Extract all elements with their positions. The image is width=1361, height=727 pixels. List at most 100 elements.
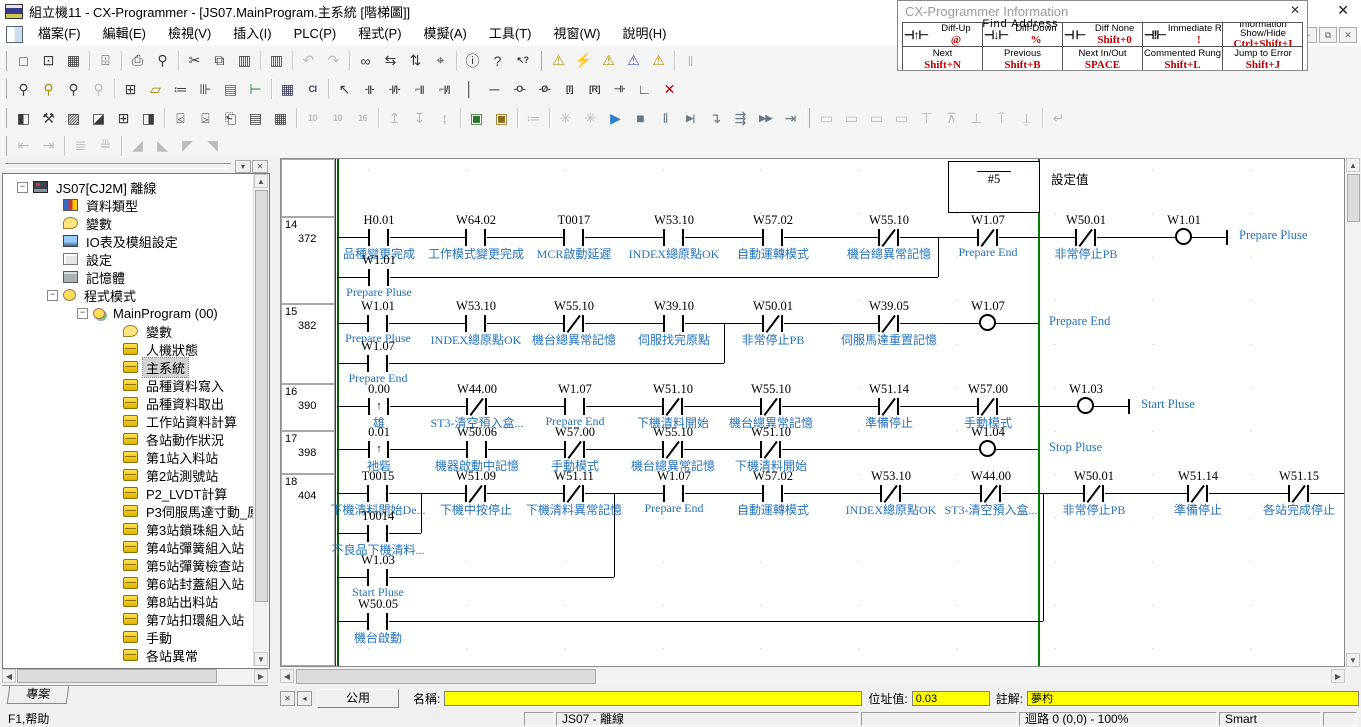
ladder-contact[interactable] — [465, 315, 487, 332]
find-shortcut[interactable]: NextShift+N — [903, 47, 983, 71]
new-file-icon[interactable]: □ — [12, 50, 35, 72]
paste-rung-icon[interactable]: ▥ — [265, 50, 288, 72]
monitor-warning-icon[interactable]: ⚠ — [647, 50, 670, 72]
menu-item-window[interactable]: 視窗(W) — [543, 22, 612, 46]
find-shortcut[interactable]: Commented RungShift+L — [1143, 47, 1223, 71]
rung-address-list-icon[interactable]: ≔ — [169, 78, 192, 100]
ladder-contact-closed[interactable] — [1075, 229, 1097, 246]
ladder-contact[interactable] — [564, 398, 586, 415]
expand-minus-icon[interactable]: − — [17, 182, 28, 193]
new-contact-icon[interactable]: -||- — [358, 78, 381, 100]
compile-check-icon[interactable]: ⚠ — [547, 50, 570, 72]
ladder-coil[interactable] — [979, 314, 996, 331]
tree-item[interactable]: 第6站封蓋組入站 — [3, 574, 249, 592]
scroll-up-icon[interactable]: ▲ — [1346, 158, 1360, 172]
ladder-contact-closed[interactable] — [977, 229, 999, 246]
ladder-contact[interactable] — [663, 315, 685, 332]
menu-item-file[interactable]: 檔案(F) — [27, 22, 92, 46]
ladder-canvas[interactable]: 14372Prepare PluseH0.01品種變更完成W64.02工作模式變… — [281, 159, 1344, 666]
tree-item[interactable]: 第8站出料站 — [3, 592, 249, 610]
zoom-custom-icon[interactable]: ⚲ — [37, 78, 60, 100]
ladder-contact-diff-up[interactable]: ↑ — [368, 441, 390, 458]
find-icon[interactable]: ∞ — [354, 50, 377, 72]
tree-item[interactable]: 第7站扣環組入站 — [3, 610, 249, 628]
tree-item[interactable]: P3伺服馬達寸動_原點找 — [3, 502, 249, 520]
ladder-contact[interactable] — [563, 229, 585, 246]
new-closed-coil-icon[interactable]: -Ø- — [533, 78, 556, 100]
plc-info-icon[interactable]: ⓘ — [461, 50, 484, 72]
print-icon[interactable]: ⎙ — [126, 50, 149, 72]
address-value-field[interactable]: 0.03 — [912, 691, 990, 706]
help-topics-icon[interactable]: ? — [486, 50, 509, 72]
expand-minus-icon[interactable]: − — [47, 290, 58, 301]
zoom-in-icon[interactable]: ⚲ — [12, 78, 35, 100]
grid-toggle-icon[interactable]: ⊞ — [119, 78, 142, 100]
scrollbar-thumb[interactable] — [255, 190, 268, 602]
scroll-up-icon[interactable]: ▲ — [254, 174, 268, 188]
ladder-coil[interactable] — [979, 440, 996, 457]
work-online-icon[interactable]: ▣ — [465, 107, 488, 129]
editor-horizontal-scrollbar[interactable]: ◀ ▶ — [280, 668, 1345, 685]
ladder-contact[interactable] — [663, 229, 685, 246]
ladder-contact[interactable] — [367, 569, 389, 586]
ladder-contact[interactable] — [368, 229, 390, 246]
scrollbar-thumb[interactable] — [296, 669, 596, 684]
scroll-down-icon[interactable]: ▼ — [254, 652, 268, 666]
ladder-contact-closed[interactable] — [563, 315, 585, 332]
search-in-project-icon[interactable]: ⌹ — [94, 50, 117, 72]
compile-all-icon[interactable]: ▨ — [62, 107, 85, 129]
tree-item[interactable]: 主系統 — [3, 358, 249, 376]
tree-item[interactable]: 各站動作狀況 — [3, 430, 249, 448]
tab-project[interactable]: 專案 — [7, 686, 70, 704]
new-or-closed-contact-icon[interactable]: ⌐|/| — [433, 78, 456, 100]
paste-icon[interactable]: ▥ — [233, 50, 256, 72]
symbol-scope-tab[interactable]: 公用 — [317, 689, 399, 708]
context-help-icon[interactable]: ↖? — [511, 50, 534, 72]
line-connect-icon[interactable]: ∟ — [633, 78, 656, 100]
ladder-contact-closed[interactable] — [760, 398, 782, 415]
scroll-left-icon[interactable]: ◀ — [280, 669, 294, 683]
ladder-contact[interactable] — [663, 485, 685, 502]
ladder-contact[interactable] — [762, 229, 784, 246]
tree-item[interactable]: −JS07[CJ2M] 離線 — [3, 178, 249, 196]
popup-close-icon[interactable]: ✕ — [1290, 3, 1300, 17]
ladder-contact[interactable] — [762, 485, 784, 502]
menu-item-edit[interactable]: 編輯(E) — [92, 22, 157, 46]
close-icon[interactable]: ✕ — [1337, 2, 1349, 19]
ladder-contact-closed[interactable] — [878, 229, 900, 246]
ladder-contact-closed[interactable] — [662, 398, 684, 415]
online-edit-icon[interactable]: ▣ — [490, 107, 513, 129]
comment-field[interactable]: 夢杓 — [1027, 691, 1359, 706]
ladder-contact[interactable] — [367, 315, 389, 332]
tree-item[interactable]: 工作站資料計算 — [3, 412, 249, 430]
chevron-down-icon[interactable]: ▾ — [235, 160, 251, 173]
menu-item-program[interactable]: 程式(P) — [347, 22, 412, 46]
scan-run-icon[interactable]: ⇥ — [779, 107, 802, 129]
address-reference-icon[interactable]: ⌖ — [429, 50, 452, 72]
tree-item[interactable]: 各站異常 — [3, 646, 249, 664]
information-show-hide-shortcut[interactable]: Information Show/HideCtrl+Shift+I — [1223, 23, 1303, 47]
open-file-icon[interactable]: ⊡ — [37, 50, 60, 72]
operand-bar-collapse-icon[interactable]: ◂ — [297, 691, 312, 706]
zoom-out-icon[interactable]: ⚲ — [62, 78, 85, 100]
dock-grip[interactable] — [5, 163, 231, 169]
rung-comment-icon[interactable]: ▱ — [144, 78, 167, 100]
object-properties-icon[interactable]: ◪ — [87, 107, 110, 129]
continuous-step-run-icon[interactable]: ▶▶ — [754, 107, 777, 129]
compile-icon[interactable]: ⚒ — [37, 107, 60, 129]
ladder-contact[interactable] — [367, 525, 389, 542]
find-shortcut[interactable]: Jump to ErrorShift+J — [1223, 47, 1303, 71]
tree-item[interactable]: −程式模式 — [3, 286, 249, 304]
menu-item-tools[interactable]: 工具(T) — [478, 22, 543, 46]
change-all-icon[interactable]: ⇅ — [404, 50, 427, 72]
menu-item-help[interactable]: 說明(H) — [611, 22, 677, 46]
ladder-contact[interactable] — [466, 441, 488, 458]
select-mode-icon[interactable]: ↖ — [333, 78, 356, 100]
operand-bar-close-icon[interactable]: ✕ — [280, 691, 295, 706]
ladder-contact[interactable] — [367, 613, 389, 630]
mdi-close-button[interactable]: ✕ — [1339, 27, 1357, 43]
tree-item[interactable]: P2_LVDT計算 — [3, 484, 249, 502]
scrollbar-thumb[interactable] — [1347, 174, 1360, 222]
name-field[interactable] — [444, 691, 862, 706]
memory-view-icon[interactable]: ▦ — [269, 107, 292, 129]
